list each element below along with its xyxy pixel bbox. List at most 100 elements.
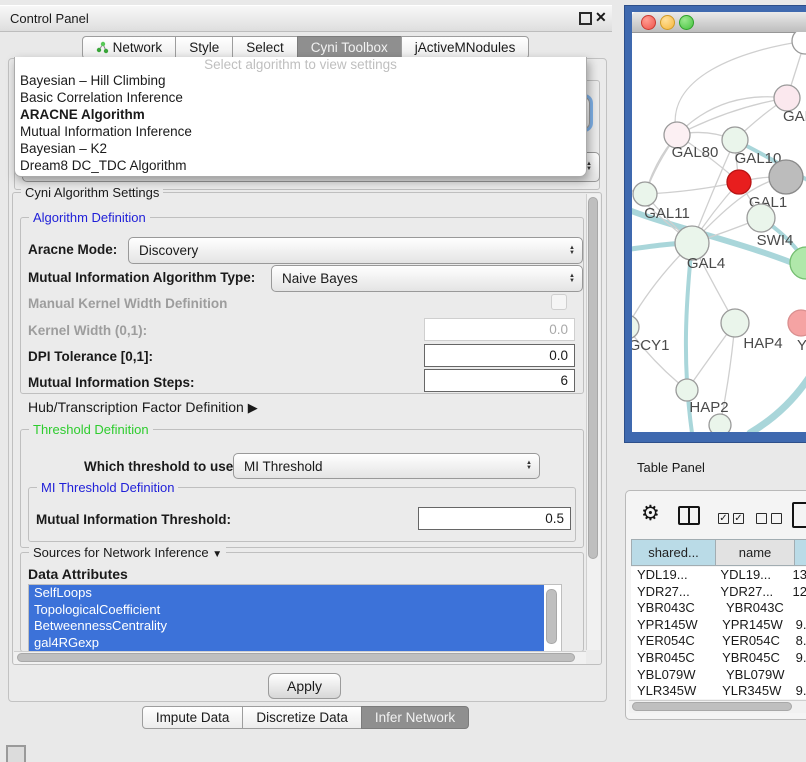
aracne-mode-combo[interactable]: Discovery ▲▼: [128, 237, 583, 264]
table-cell: YLR345W: [631, 683, 716, 699]
dropdown-item-basic-correlation[interactable]: Basic Correlation Inference: [15, 89, 586, 106]
column-header-cut[interactable]: [794, 539, 806, 566]
data-attributes-label: Data Attributes: [28, 566, 128, 582]
network-window-titlebar[interactable]: [632, 12, 806, 33]
network-node-y-cut[interactable]: [788, 310, 806, 336]
dropdown-item-bayesian-k2[interactable]: Bayesian – K2: [15, 140, 586, 157]
tab-label: Network: [113, 37, 163, 58]
which-threshold-combo[interactable]: MI Threshold ▲▼: [233, 453, 540, 479]
tab-cyni-toolbox[interactable]: Cyni Toolbox: [297, 36, 402, 59]
tab-infer-network[interactable]: Infer Network: [361, 706, 469, 729]
list-item-selfloops[interactable]: SelfLoops: [29, 585, 544, 602]
table-cell: YBR045C: [631, 650, 716, 667]
network-node-hap4[interactable]: [721, 309, 749, 337]
node-label-swi4: SWI4: [757, 232, 794, 249]
list-item-gal4rgexp[interactable]: gal4RGexp: [29, 635, 544, 652]
tab-style[interactable]: Style: [175, 36, 233, 59]
settings-horizontal-scrollbar-thumb[interactable]: [17, 653, 575, 662]
close-traffic-light-icon[interactable]: [641, 15, 656, 30]
gear-icon[interactable]: ⚙: [641, 501, 660, 526]
table-cell: YBL079W: [631, 667, 720, 684]
document-icon[interactable]: [792, 502, 806, 528]
dropdown-item-aracne[interactable]: ARACNE Algorithm: [15, 106, 586, 123]
unchecked-box-icon[interactable]: [771, 513, 782, 524]
network-window: GALGAL80GAL10GAL1GAL11SWI4GAL4GCY1HAP4YH…: [632, 12, 806, 432]
collapsed-arrow-icon: ▶: [248, 400, 258, 415]
zoom-traffic-light-icon[interactable]: [679, 15, 694, 30]
tab-network[interactable]: Network: [82, 36, 177, 59]
column-header-shared-name[interactable]: shared...: [631, 539, 716, 566]
dpi-tolerance-field[interactable]: 0.0: [424, 344, 575, 367]
control-panel-title: Control Panel: [10, 6, 89, 31]
list-item-betweennesscentrality[interactable]: BetweennessCentrality: [29, 618, 544, 635]
docked-panel-icon[interactable]: [6, 745, 26, 762]
sources-group-title[interactable]: Sources for Network Inference ▼: [29, 545, 226, 560]
network-edge[interactable]: [750, 370, 806, 432]
table-row[interactable]: YDR27...YDR27...12: [631, 584, 806, 601]
list-item-topologicalcoefficient[interactable]: TopologicalCoefficient: [29, 602, 544, 619]
column-header-name[interactable]: name: [715, 539, 795, 566]
close-icon[interactable]: ✕: [595, 5, 607, 30]
table-row[interactable]: YBR043CYBR043C: [631, 600, 806, 617]
minimize-traffic-light-icon[interactable]: [660, 15, 675, 30]
tab-select[interactable]: Select: [232, 36, 298, 59]
dropdown-item-bayesian-hill-climbing[interactable]: Bayesian – Hill Climbing: [15, 72, 586, 89]
settings-vertical-scrollbar-thumb[interactable]: [588, 197, 598, 559]
network-node-hap2[interactable]: [676, 379, 698, 401]
table-row[interactable]: YPR145WYPR145W9.: [631, 617, 806, 634]
table-row[interactable]: YER054CYER054C8.: [631, 633, 806, 650]
table-cell: YDL19...: [714, 567, 788, 584]
dpi-tolerance-label: DPI Tolerance [0,1]:: [28, 349, 153, 364]
threshold-definition-title: Threshold Definition: [29, 422, 153, 437]
table-cell: YER054C: [716, 633, 792, 650]
data-attributes-list: SelfLoops TopologicalCoefficient Between…: [28, 584, 562, 652]
float-window-icon[interactable]: [579, 12, 592, 25]
table-horizontal-scrollbar-thumb[interactable]: [632, 702, 792, 711]
table-cell: YER054C: [631, 633, 716, 650]
network-node-gcy1[interactable]: [632, 315, 639, 339]
dropdown-item-mutual-information[interactable]: Mutual Information Inference: [15, 123, 586, 140]
table-row[interactable]: YLR345WYLR345W9.: [631, 683, 806, 699]
table-row[interactable]: YBL079WYBL079W: [631, 667, 806, 684]
table-row[interactable]: YBR045CYBR045C9.: [631, 650, 806, 667]
tab-impute-data[interactable]: Impute Data: [142, 706, 244, 729]
tab-jactivemnodules[interactable]: jActiveMNodules: [401, 36, 530, 59]
mi-steps-field[interactable]: 6: [424, 369, 575, 392]
column-layout-icon[interactable]: [678, 506, 700, 525]
network-node-bottom-partial[interactable]: [709, 414, 731, 432]
network-node-top-partial[interactable]: [792, 32, 806, 54]
network-node-gal1-node[interactable]: [747, 204, 775, 232]
table-cell: YBR043C: [720, 600, 799, 617]
mi-type-label: Mutual Information Algorithm Type:: [28, 270, 255, 285]
tab-label: jActiveMNodules: [415, 37, 516, 58]
network-node-gray-node[interactable]: [769, 160, 803, 194]
checked-box-icon[interactable]: ✓: [733, 513, 744, 524]
kernel-width-field: 0.0: [424, 318, 575, 341]
checked-box-icon[interactable]: ✓: [718, 513, 729, 524]
tab-discretize-data[interactable]: Discretize Data: [242, 706, 362, 729]
node-label-y-cut: Y: [797, 337, 806, 354]
table-cell: 13: [789, 567, 806, 584]
attribute-list-scrollbar-thumb[interactable]: [546, 589, 557, 644]
aracne-mode-value: Discovery: [139, 243, 198, 258]
algorithm-dropdown-popup: Select algorithm to view settings Bayesi…: [14, 57, 587, 177]
tab-label: Infer Network: [375, 707, 455, 728]
network-canvas[interactable]: GALGAL80GAL10GAL1GAL11SWI4GAL4GCY1HAP4YH…: [632, 32, 806, 432]
node-label-gcy1: GCY1: [632, 337, 669, 354]
hub-definition-label: Hub/Transcription Factor Definition: [28, 399, 244, 415]
tab-label: Select: [246, 37, 284, 58]
network-node-red-node[interactable]: [727, 170, 751, 194]
mi-threshold-field[interactable]: 0.5: [418, 507, 571, 530]
manual-kernel-checkbox: [551, 294, 567, 310]
apply-button[interactable]: Apply: [268, 673, 341, 699]
hub-definition-toggle[interactable]: Hub/Transcription Factor Definition ▶: [28, 399, 258, 416]
network-node-gal11[interactable]: [633, 182, 657, 206]
mi-type-combo[interactable]: Naive Bayes ▲▼: [271, 265, 583, 292]
node-label-hap4: HAP4: [743, 335, 782, 352]
unchecked-box-icon[interactable]: [756, 513, 767, 524]
table-row[interactable]: YDL19...YDL19...13: [631, 567, 806, 584]
network-edge[interactable]: [645, 182, 739, 194]
table-cell: YPR145W: [716, 617, 792, 634]
network-node-swi4[interactable]: [790, 247, 806, 279]
dropdown-item-dream8[interactable]: Dream8 DC_TDC Algorithm: [15, 157, 586, 174]
